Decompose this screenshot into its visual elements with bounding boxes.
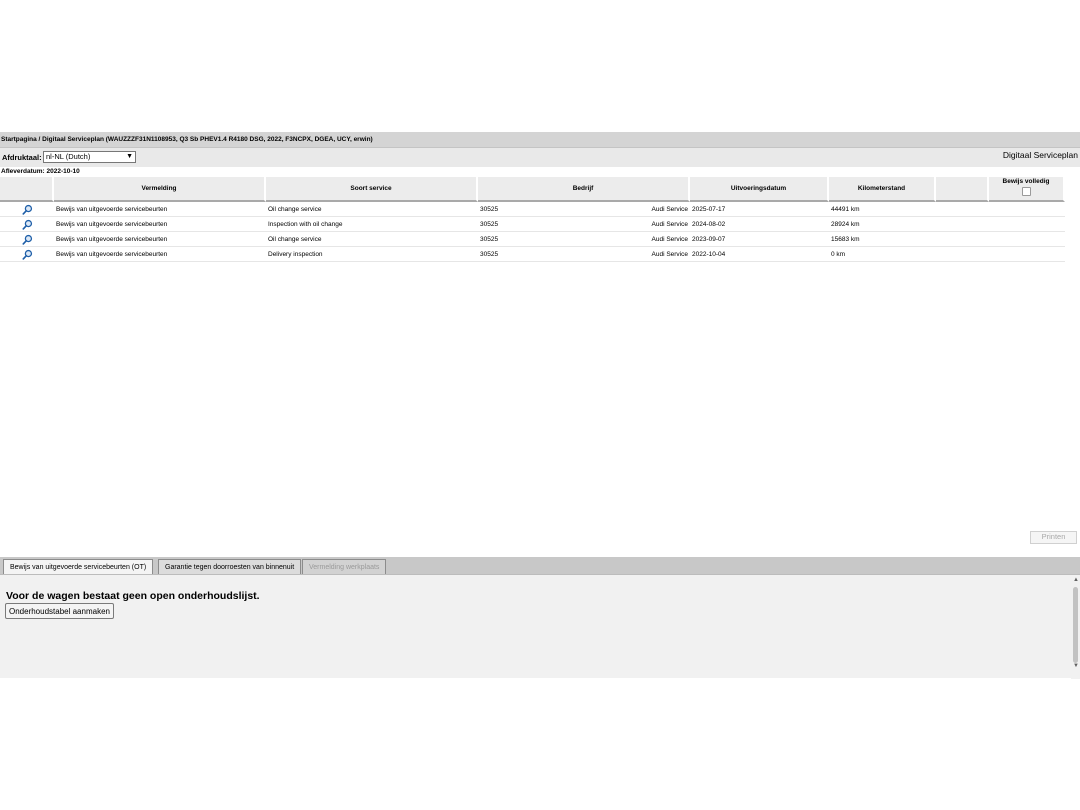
magnifier-icon[interactable]	[21, 219, 33, 230]
row-action-cell	[0, 232, 54, 247]
tab-service-proof[interactable]: Bewijs van uitgevoerde servicebeurten (O…	[3, 559, 154, 574]
magnifier-icon[interactable]	[21, 204, 33, 215]
cell-execution-date: 2025-07-17	[690, 202, 829, 217]
company-code: 30525	[480, 206, 499, 213]
scroll-up-icon[interactable]: ▲	[1073, 577, 1079, 583]
table-header-row: Vermelding Soort service Bedrijf Uitvoer…	[0, 177, 1065, 202]
tab-rust-warranty[interactable]: Garantie tegen doorroesten van binnenuit	[158, 559, 302, 574]
scroll-down-icon[interactable]: ▼	[1073, 663, 1079, 669]
magnifier-icon[interactable]	[21, 234, 33, 245]
delivery-date-value: 2022-10-10	[46, 168, 80, 175]
row-action-cell	[0, 217, 54, 232]
no-maintenance-message: Voor de wagen bestaat geen open onderhou…	[6, 590, 260, 602]
cell-entry: Bewijs van uitgevoerde servicebeurten	[54, 202, 266, 217]
tab-workshop-entry: Vermelding werkplaats	[302, 559, 387, 574]
company-name: Audi Service	[651, 251, 689, 258]
app-window: Startpagina / Digitaal Serviceplan (WAUZ…	[0, 132, 1080, 679]
cell-entry: Bewijs van uitgevoerde servicebeurten	[54, 232, 266, 247]
cell-service-type: Delivery inspection	[266, 247, 478, 262]
cell-entry: Bewijs van uitgevoerde servicebeurten	[54, 217, 266, 232]
delivery-date-label: Afleverdatum:	[1, 168, 45, 175]
panel-scrollbar[interactable]: ▲ ▼	[1071, 575, 1080, 679]
cell-company: 30525 Audi Service	[478, 247, 690, 262]
cell-spacer	[936, 202, 989, 217]
company-code: 30525	[480, 236, 499, 243]
company-name: Audi Service	[651, 236, 689, 243]
scroll-thumb[interactable]	[1073, 587, 1078, 663]
chevron-down-icon: ▼	[126, 153, 133, 160]
row-action-cell	[0, 202, 54, 217]
cell-service-type: Inspection with oil change	[266, 217, 478, 232]
create-maintenance-table-button[interactable]: Onderhoudstabel aanmaken	[5, 603, 114, 619]
cell-mileage: 0 km	[829, 247, 936, 262]
column-header-company[interactable]: Bedrijf	[478, 177, 690, 202]
cell-proof-complete	[989, 202, 1065, 217]
module-title: Digitaal Serviceplan	[1002, 150, 1078, 160]
magnifier-icon[interactable]	[21, 249, 33, 260]
service-history-table: Vermelding Soort service Bedrijf Uitvoer…	[0, 177, 1065, 262]
cell-proof-complete	[989, 247, 1065, 262]
tab-bar: Bewijs van uitgevoerde servicebeurten (O…	[0, 557, 1080, 574]
cell-entry: Bewijs van uitgevoerde servicebeurten	[54, 247, 266, 262]
table-row: Bewijs van uitgevoerde servicebeurten Ins…	[0, 217, 1065, 232]
cell-execution-date: 2023-09-07	[690, 232, 829, 247]
company-name: Audi Service	[651, 221, 689, 228]
cell-service-type: Oil change service	[266, 232, 478, 247]
delivery-date: Afleverdatum: 2022-10-10	[1, 167, 80, 176]
cell-execution-date: 2022-10-04	[690, 247, 829, 262]
column-header-mileage[interactable]: Kilometerstand	[829, 177, 936, 202]
table-row: Bewijs van uitgevoerde servicebeurten Oil…	[0, 202, 1065, 217]
cell-proof-complete	[989, 217, 1065, 232]
cell-service-type: Oil change service	[266, 202, 478, 217]
checkbox-icon[interactable]	[1021, 187, 1031, 196]
column-header-action	[0, 177, 54, 202]
column-header-spacer	[936, 177, 989, 202]
table-row: Bewijs van uitgevoerde servicebeurten Del…	[0, 247, 1065, 262]
cell-spacer	[936, 217, 989, 232]
cell-company: 30525 Audi Service	[478, 217, 690, 232]
cell-company: 30525 Audi Service	[478, 202, 690, 217]
column-header-execution-date[interactable]: Uitvoeringsdatum	[690, 177, 829, 202]
column-header-entry[interactable]: Vermelding	[54, 177, 266, 202]
column-header-service-type[interactable]: Soort service	[266, 177, 478, 202]
cell-proof-complete	[989, 232, 1065, 247]
breadcrumb[interactable]: Startpagina / Digitaal Serviceplan (WAUZ…	[0, 132, 1080, 147]
table-row: Bewijs van uitgevoerde servicebeurten Oil…	[0, 232, 1065, 247]
print-language-select[interactable]: nl-NL (Dutch) ▼	[43, 151, 136, 163]
print-language-value: nl-NL (Dutch)	[46, 152, 91, 161]
cell-mileage: 44491 km	[829, 202, 936, 217]
print-button[interactable]: Printen	[1030, 531, 1077, 544]
company-code: 30525	[480, 251, 499, 258]
cell-mileage: 15683 km	[829, 232, 936, 247]
cell-company: 30525 Audi Service	[478, 232, 690, 247]
proof-complete-label: Bewijs volledig	[1002, 178, 1050, 185]
cell-spacer	[936, 232, 989, 247]
print-language-label: Afdruktaal:	[2, 153, 42, 162]
toolbar: Afdruktaal: nl-NL (Dutch) ▼ Digitaal Ser…	[0, 147, 1080, 167]
maintenance-panel: Voor de wagen bestaat geen open onderhou…	[0, 574, 1080, 679]
cell-mileage: 28924 km	[829, 217, 936, 232]
cell-execution-date: 2024-08-02	[690, 217, 829, 232]
row-action-cell	[0, 247, 54, 262]
company-code: 30525	[480, 221, 499, 228]
company-name: Audi Service	[651, 206, 689, 213]
column-header-proof-complete: Bewijs volledig	[989, 177, 1065, 202]
cell-spacer	[936, 247, 989, 262]
